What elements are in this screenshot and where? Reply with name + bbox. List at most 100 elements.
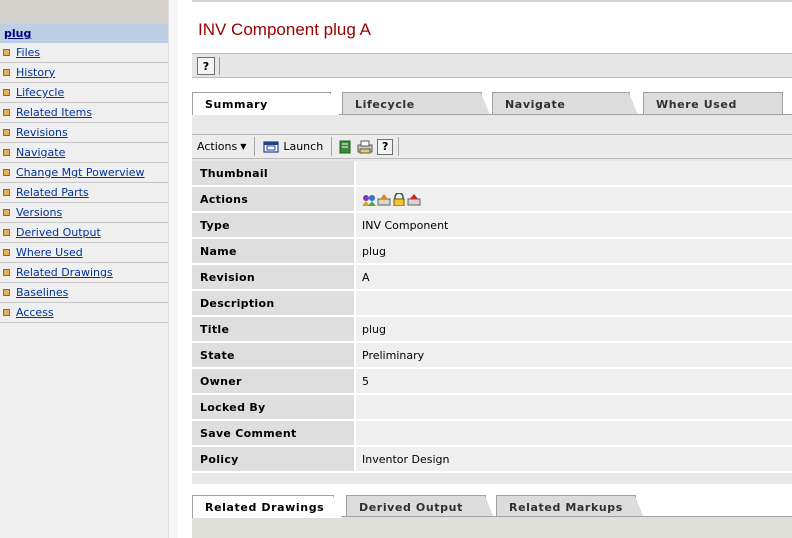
help-icon[interactable]: ? bbox=[197, 57, 215, 75]
tab-corner bbox=[485, 496, 494, 518]
bullet-icon bbox=[3, 109, 10, 116]
tab-summary[interactable]: Summary bbox=[192, 92, 339, 115]
bullet-icon bbox=[3, 229, 10, 236]
sidebar-item-label[interactable]: Versions bbox=[16, 206, 62, 219]
table-row: Policy Inventor Design bbox=[192, 447, 792, 473]
sidebar-item-lifecycle[interactable]: Lifecycle bbox=[0, 83, 168, 103]
help-icon[interactable]: ? bbox=[377, 138, 394, 155]
sidebar: plug Files History Lifecycle Related Ite… bbox=[0, 0, 168, 538]
property-label: Thumbnail bbox=[192, 161, 354, 185]
sidebar-item-label[interactable]: Where Used bbox=[16, 246, 83, 259]
table-row: Description bbox=[192, 291, 792, 317]
toolbar-separator bbox=[219, 57, 220, 75]
bullet-icon bbox=[3, 269, 10, 276]
tab-lifecycle[interactable]: Lifecycle bbox=[342, 92, 490, 115]
properties-table: Thumbnail Actions Type INV Component Nam… bbox=[192, 161, 792, 473]
bullet-icon bbox=[3, 309, 10, 316]
sidebar-item-label[interactable]: Lifecycle bbox=[16, 86, 64, 99]
property-label: Name bbox=[192, 239, 354, 263]
property-value bbox=[354, 291, 792, 315]
tab-navigate[interactable]: Navigate bbox=[492, 92, 638, 115]
tab-label: Summary bbox=[205, 98, 268, 111]
property-value bbox=[354, 421, 792, 445]
frame-divider[interactable] bbox=[168, 0, 178, 538]
bottom-tab-strip: Related Drawings Derived Output Related … bbox=[192, 495, 792, 518]
actions-menu-button[interactable]: Actions ▼ bbox=[192, 136, 251, 157]
tab-label: Navigate bbox=[505, 98, 566, 111]
sidebar-item-access[interactable]: Access bbox=[0, 303, 168, 323]
top-border bbox=[192, 0, 792, 8]
table-row: Owner 5 bbox=[192, 369, 792, 395]
page-toolbar: ? bbox=[192, 53, 792, 78]
sidebar-item-change-mgt-powerview[interactable]: Change Mgt Powerview bbox=[0, 163, 168, 183]
tab-label: Derived Output bbox=[359, 501, 463, 514]
object-link[interactable]: plug bbox=[4, 27, 31, 40]
action-separator bbox=[331, 137, 333, 156]
property-label: Revision bbox=[192, 265, 354, 289]
sidebar-item-related-drawings[interactable]: Related Drawings bbox=[0, 263, 168, 283]
users-icon[interactable] bbox=[362, 193, 376, 206]
property-value: plug bbox=[354, 317, 792, 341]
action-separator bbox=[254, 137, 256, 156]
sidebar-item-related-items[interactable]: Related Items bbox=[0, 103, 168, 123]
sidebar-item-label[interactable]: Related Drawings bbox=[16, 266, 113, 279]
bullet-icon bbox=[3, 149, 10, 156]
main-panel: INV Component plug A ? Summary Lifecycle… bbox=[192, 0, 792, 538]
tab-label: Related Markups bbox=[509, 501, 623, 514]
action-bar: Actions ▼ Launch ? bbox=[192, 134, 792, 159]
sidebar-item-derived-output[interactable]: Derived Output bbox=[0, 223, 168, 243]
tab-corner bbox=[629, 93, 638, 115]
tab-corner bbox=[635, 496, 644, 518]
property-label: Actions bbox=[192, 187, 354, 211]
tab-corner bbox=[330, 93, 339, 115]
print-icon[interactable] bbox=[357, 140, 373, 154]
sidebar-item-label[interactable]: History bbox=[16, 66, 55, 79]
table-row: Name plug bbox=[192, 239, 792, 265]
bullet-icon bbox=[3, 189, 10, 196]
property-value: INV Component bbox=[354, 213, 792, 237]
table-row: Type INV Component bbox=[192, 213, 792, 239]
sidebar-item-label[interactable]: Derived Output bbox=[16, 226, 101, 239]
sidebar-item-label[interactable]: Related Parts bbox=[16, 186, 89, 199]
sidebar-item-label[interactable]: Change Mgt Powerview bbox=[16, 166, 144, 179]
sidebar-item-baselines[interactable]: Baselines bbox=[0, 283, 168, 303]
property-value: Inventor Design bbox=[354, 447, 792, 471]
table-row: Actions bbox=[192, 187, 792, 213]
sidebar-item-label[interactable]: Access bbox=[16, 306, 54, 319]
tab-derived-output[interactable]: Derived Output bbox=[346, 495, 494, 518]
sidebar-item-label[interactable]: Related Items bbox=[16, 106, 92, 119]
bullet-icon bbox=[3, 89, 10, 96]
sidebar-object-row[interactable]: plug bbox=[0, 24, 168, 43]
bullet-icon bbox=[3, 289, 10, 296]
sidebar-item-label[interactable]: Revisions bbox=[16, 126, 68, 139]
property-value: Preliminary bbox=[354, 343, 792, 367]
sidebar-item-label[interactable]: Files bbox=[16, 46, 40, 59]
launch-label: Launch bbox=[283, 140, 324, 153]
property-value bbox=[354, 395, 792, 419]
actions-icon-cell bbox=[354, 187, 792, 211]
launch-button[interactable]: Launch bbox=[258, 136, 328, 157]
tab-related-drawings[interactable]: Related Drawings bbox=[192, 495, 342, 518]
sidebar-item-navigate[interactable]: Navigate bbox=[0, 143, 168, 163]
tab-where-used[interactable]: Where Used bbox=[643, 92, 783, 114]
property-label: State bbox=[192, 343, 354, 367]
check-in-icon[interactable] bbox=[377, 193, 391, 206]
sidebar-header bbox=[0, 0, 168, 24]
lock-icon[interactable] bbox=[392, 192, 406, 206]
tab-related-markups[interactable]: Related Markups bbox=[496, 495, 644, 518]
check-out-icon[interactable] bbox=[407, 193, 421, 206]
bullet-icon bbox=[3, 49, 10, 56]
table-row: Revision A bbox=[192, 265, 792, 291]
bookmark-icon[interactable] bbox=[337, 140, 353, 154]
sidebar-item-history[interactable]: History bbox=[0, 63, 168, 83]
sidebar-item-files[interactable]: Files bbox=[0, 43, 168, 63]
sidebar-item-where-used[interactable]: Where Used bbox=[0, 243, 168, 263]
chevron-down-icon: ▼ bbox=[240, 142, 247, 151]
sidebar-item-versions[interactable]: Versions bbox=[0, 203, 168, 223]
tab-corner bbox=[333, 496, 342, 518]
sidebar-item-label[interactable]: Navigate bbox=[16, 146, 65, 159]
summary-panel: Actions ▼ Launch ? Thumbnail Actions Typ… bbox=[192, 114, 792, 484]
sidebar-item-related-parts[interactable]: Related Parts bbox=[0, 183, 168, 203]
sidebar-item-label[interactable]: Baselines bbox=[16, 286, 68, 299]
sidebar-item-revisions[interactable]: Revisions bbox=[0, 123, 168, 143]
